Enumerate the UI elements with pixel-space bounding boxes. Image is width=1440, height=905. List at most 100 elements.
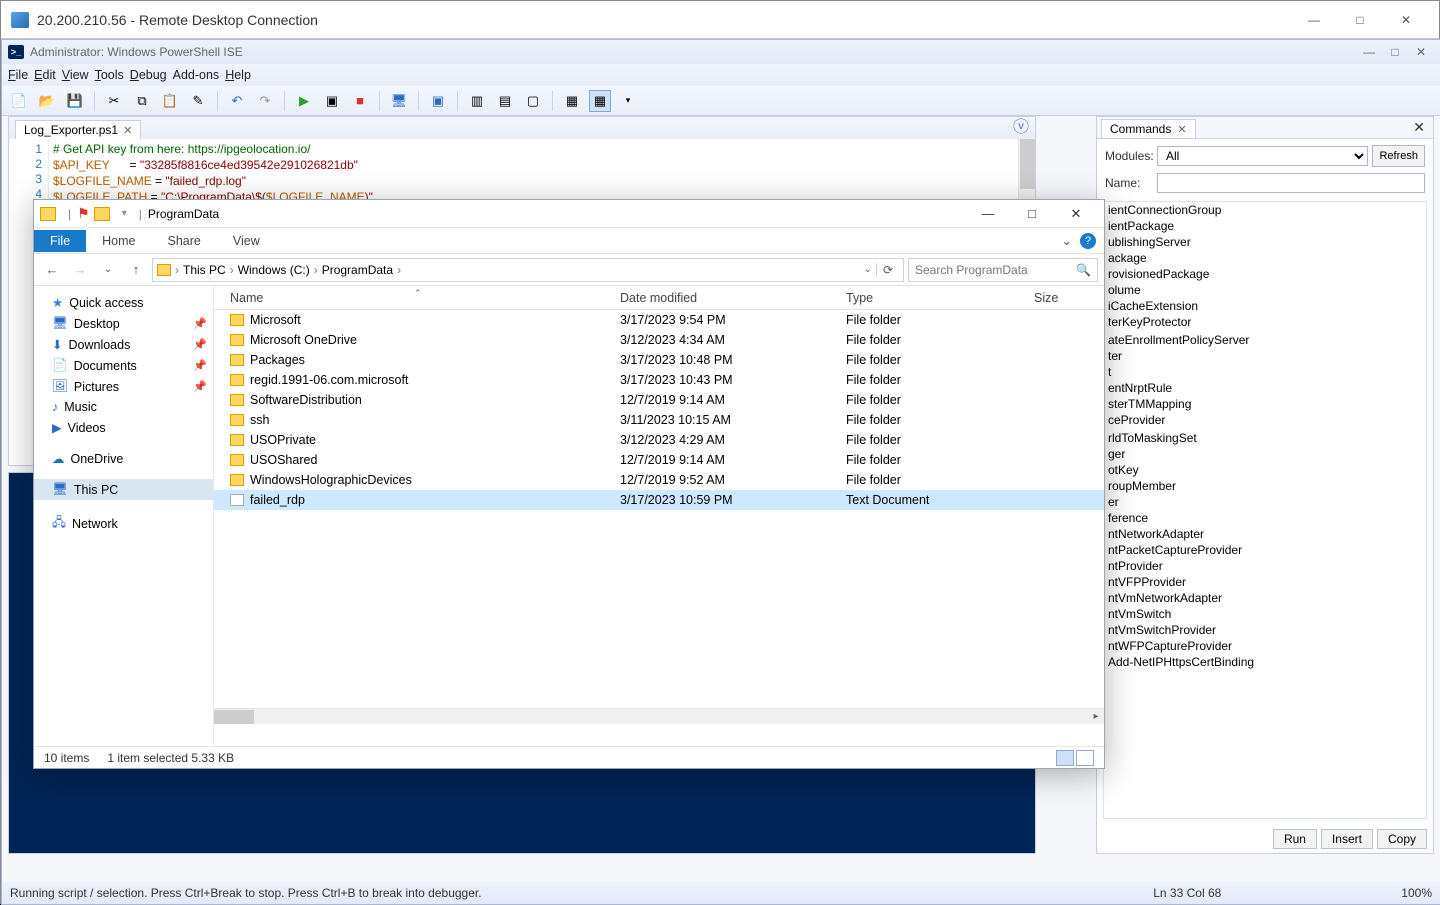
command-item[interactable]: terKeyProtector (1104, 314, 1426, 330)
explorer-maximize-button[interactable]: □ (1010, 206, 1054, 222)
table-row[interactable]: SoftwareDistribution12/7/2019 9:14 AMFil… (214, 390, 1104, 410)
table-row[interactable]: failed_rdp3/17/2023 10:59 PMText Documen… (214, 490, 1104, 510)
command-item[interactable]: olume (1104, 282, 1426, 298)
forward-button[interactable]: → (68, 258, 92, 282)
run-icon[interactable]: ▶ (293, 90, 315, 112)
up-button[interactable]: ↑ (124, 258, 148, 282)
command-item[interactable]: ntWFPCaptureProvider (1104, 638, 1426, 654)
copy-button[interactable]: Copy (1377, 829, 1427, 849)
ise-maximize-button[interactable]: □ (1382, 45, 1408, 59)
command-item[interactable]: ceProvider (1104, 412, 1426, 428)
nav-videos[interactable]: ▶Videos (34, 417, 213, 438)
command-item[interactable]: roupMember (1104, 478, 1426, 494)
layout3-icon[interactable]: ▢ (522, 90, 544, 112)
command-item[interactable]: iCacheExtension (1104, 298, 1426, 314)
command-item[interactable]: ientConnectionGroup (1104, 202, 1426, 218)
command-item[interactable]: ntVFPProvider (1104, 574, 1426, 590)
commands-panel-close-icon[interactable]: ✕ (1405, 117, 1433, 138)
ribbon-share[interactable]: Share (152, 230, 217, 252)
nav-network[interactable]: 🖧Network (34, 510, 213, 537)
redo-icon[interactable]: ↷ (254, 90, 276, 112)
command-item[interactable]: ntVmSwitchProvider (1104, 622, 1426, 638)
paste-icon[interactable]: 📋 (159, 90, 181, 112)
command-item[interactable]: t (1104, 364, 1426, 380)
command-item[interactable]: otKey (1104, 462, 1426, 478)
nav-this-pc[interactable]: 🖥This PC (34, 479, 213, 500)
command-item[interactable]: ntNetworkAdapter (1104, 526, 1426, 542)
save-icon[interactable]: 💾 (64, 90, 86, 112)
command-item[interactable]: Add-NetIPHttpsCertBinding (1104, 654, 1426, 670)
col-size[interactable]: Size (1034, 291, 1104, 305)
table-row[interactable]: regid.1991-06.com.microsoft3/17/2023 10:… (214, 370, 1104, 390)
nav-documents[interactable]: 📄Documents📌 (34, 355, 213, 376)
qat-pin-icon[interactable]: ⚑ (77, 205, 90, 222)
col-date[interactable]: Date modified (620, 291, 846, 305)
remote-icon[interactable]: 🖥 (388, 90, 410, 112)
col-type[interactable]: Type (846, 291, 1034, 305)
nav-pane[interactable]: ★Quick access 🖥Desktop📌 ⬇Downloads📌 📄Doc… (34, 286, 214, 746)
maximize-button[interactable]: □ (1337, 4, 1383, 36)
command-item[interactable]: ientPackage (1104, 218, 1426, 234)
table-row[interactable]: WindowsHolographicDevices12/7/2019 9:52 … (214, 470, 1104, 490)
search-box[interactable]: Search ProgramData 🔍 (908, 258, 1098, 282)
command-item[interactable]: rovisionedPackage (1104, 266, 1426, 282)
clear-icon[interactable]: ✎ (187, 90, 209, 112)
insert-button[interactable]: Insert (1321, 829, 1373, 849)
command-item[interactable]: rldToMaskingSet (1104, 430, 1426, 446)
command-item[interactable]: ter (1104, 348, 1426, 364)
ribbon-view[interactable]: View (217, 230, 276, 252)
table-row[interactable]: Microsoft OneDrive3/12/2023 4:34 AMFile … (214, 330, 1104, 350)
nav-downloads[interactable]: ⬇Downloads📌 (34, 334, 213, 355)
table-row[interactable]: Packages3/17/2023 10:48 PMFile folder (214, 350, 1104, 370)
menu-tools[interactable]: Tools (95, 68, 124, 82)
crumb-thispc[interactable]: This PC (183, 263, 226, 277)
menu-help[interactable]: Help (225, 68, 251, 82)
crumb-c[interactable]: Windows (C:) (238, 263, 310, 277)
nav-music[interactable]: ♪Music (34, 397, 213, 417)
command-item[interactable]: ntVmSwitch (1104, 606, 1426, 622)
layout2-icon[interactable]: ▤ (494, 90, 516, 112)
command-item[interactable]: entNrptRule (1104, 380, 1426, 396)
col-name[interactable]: Name⌃ (214, 291, 620, 305)
command-item[interactable]: ublishingServer (1104, 234, 1426, 250)
scroll-right-icon[interactable]: ▸ (1088, 709, 1104, 725)
command-item[interactable]: sterTMMapping (1104, 396, 1426, 412)
menu-view[interactable]: View (62, 68, 89, 82)
show-command-icon[interactable]: ▦ (589, 90, 611, 112)
column-headers[interactable]: Name⌃ Date modified Type Size (214, 286, 1104, 310)
menu-debug[interactable]: Debug (130, 68, 167, 82)
ribbon-home[interactable]: Home (86, 230, 151, 252)
open-icon[interactable]: 📂 (36, 90, 58, 112)
list-hscroll[interactable]: ◂ ▸ (214, 708, 1104, 724)
menu-addons[interactable]: Add-ons (173, 68, 220, 82)
new-icon[interactable]: 📄 (8, 90, 30, 112)
nav-pictures[interactable]: 🖼Pictures📌 (34, 376, 213, 397)
table-row[interactable]: USOPrivate3/12/2023 4:29 AMFile folder (214, 430, 1104, 450)
name-input[interactable] (1157, 173, 1425, 193)
command-item[interactable]: ntPacketCaptureProvider (1104, 542, 1426, 558)
ise-titlebar[interactable]: >_ Administrator: Windows PowerShell ISE… (2, 40, 1440, 64)
ise-minimize-button[interactable]: — (1356, 45, 1382, 59)
tab-close-icon[interactable]: ✕ (123, 124, 132, 137)
view-details-icon[interactable] (1056, 750, 1074, 766)
table-row[interactable]: Microsoft3/17/2023 9:54 PMFile folder (214, 310, 1104, 330)
modules-select[interactable]: All (1157, 146, 1368, 166)
ise-close-button[interactable]: ✕ (1408, 45, 1434, 59)
ribbon-file[interactable]: File (34, 230, 86, 252)
explorer-titlebar[interactable]: | ⚑ ▾ | ProgramData — □ ✕ (34, 200, 1104, 228)
table-row[interactable]: USOShared12/7/2019 9:14 AMFile folder (214, 450, 1104, 470)
ribbon-expand-icon[interactable]: ⌄ (1062, 233, 1072, 248)
layout1-icon[interactable]: ▥ (466, 90, 488, 112)
refresh-icon[interactable]: ⟳ (876, 263, 899, 277)
command-item[interactable]: ackage (1104, 250, 1426, 266)
explorer-minimize-button[interactable]: — (966, 206, 1010, 222)
collapse-script-icon[interactable]: ⓥ (1007, 111, 1035, 139)
command-addon-icon[interactable]: ▦ (561, 90, 583, 112)
commands-list[interactable]: ientConnectionGroupientPackageublishingS… (1103, 201, 1427, 819)
view-large-icon[interactable] (1076, 750, 1094, 766)
refresh-button[interactable]: Refresh (1372, 145, 1425, 167)
ise-menubar[interactable]: File Edit View Tools Debug Add-ons Help (2, 64, 1440, 86)
back-button[interactable]: ← (40, 258, 64, 282)
menu-file[interactable]: File (8, 68, 28, 82)
undo-icon[interactable]: ↶ (226, 90, 248, 112)
